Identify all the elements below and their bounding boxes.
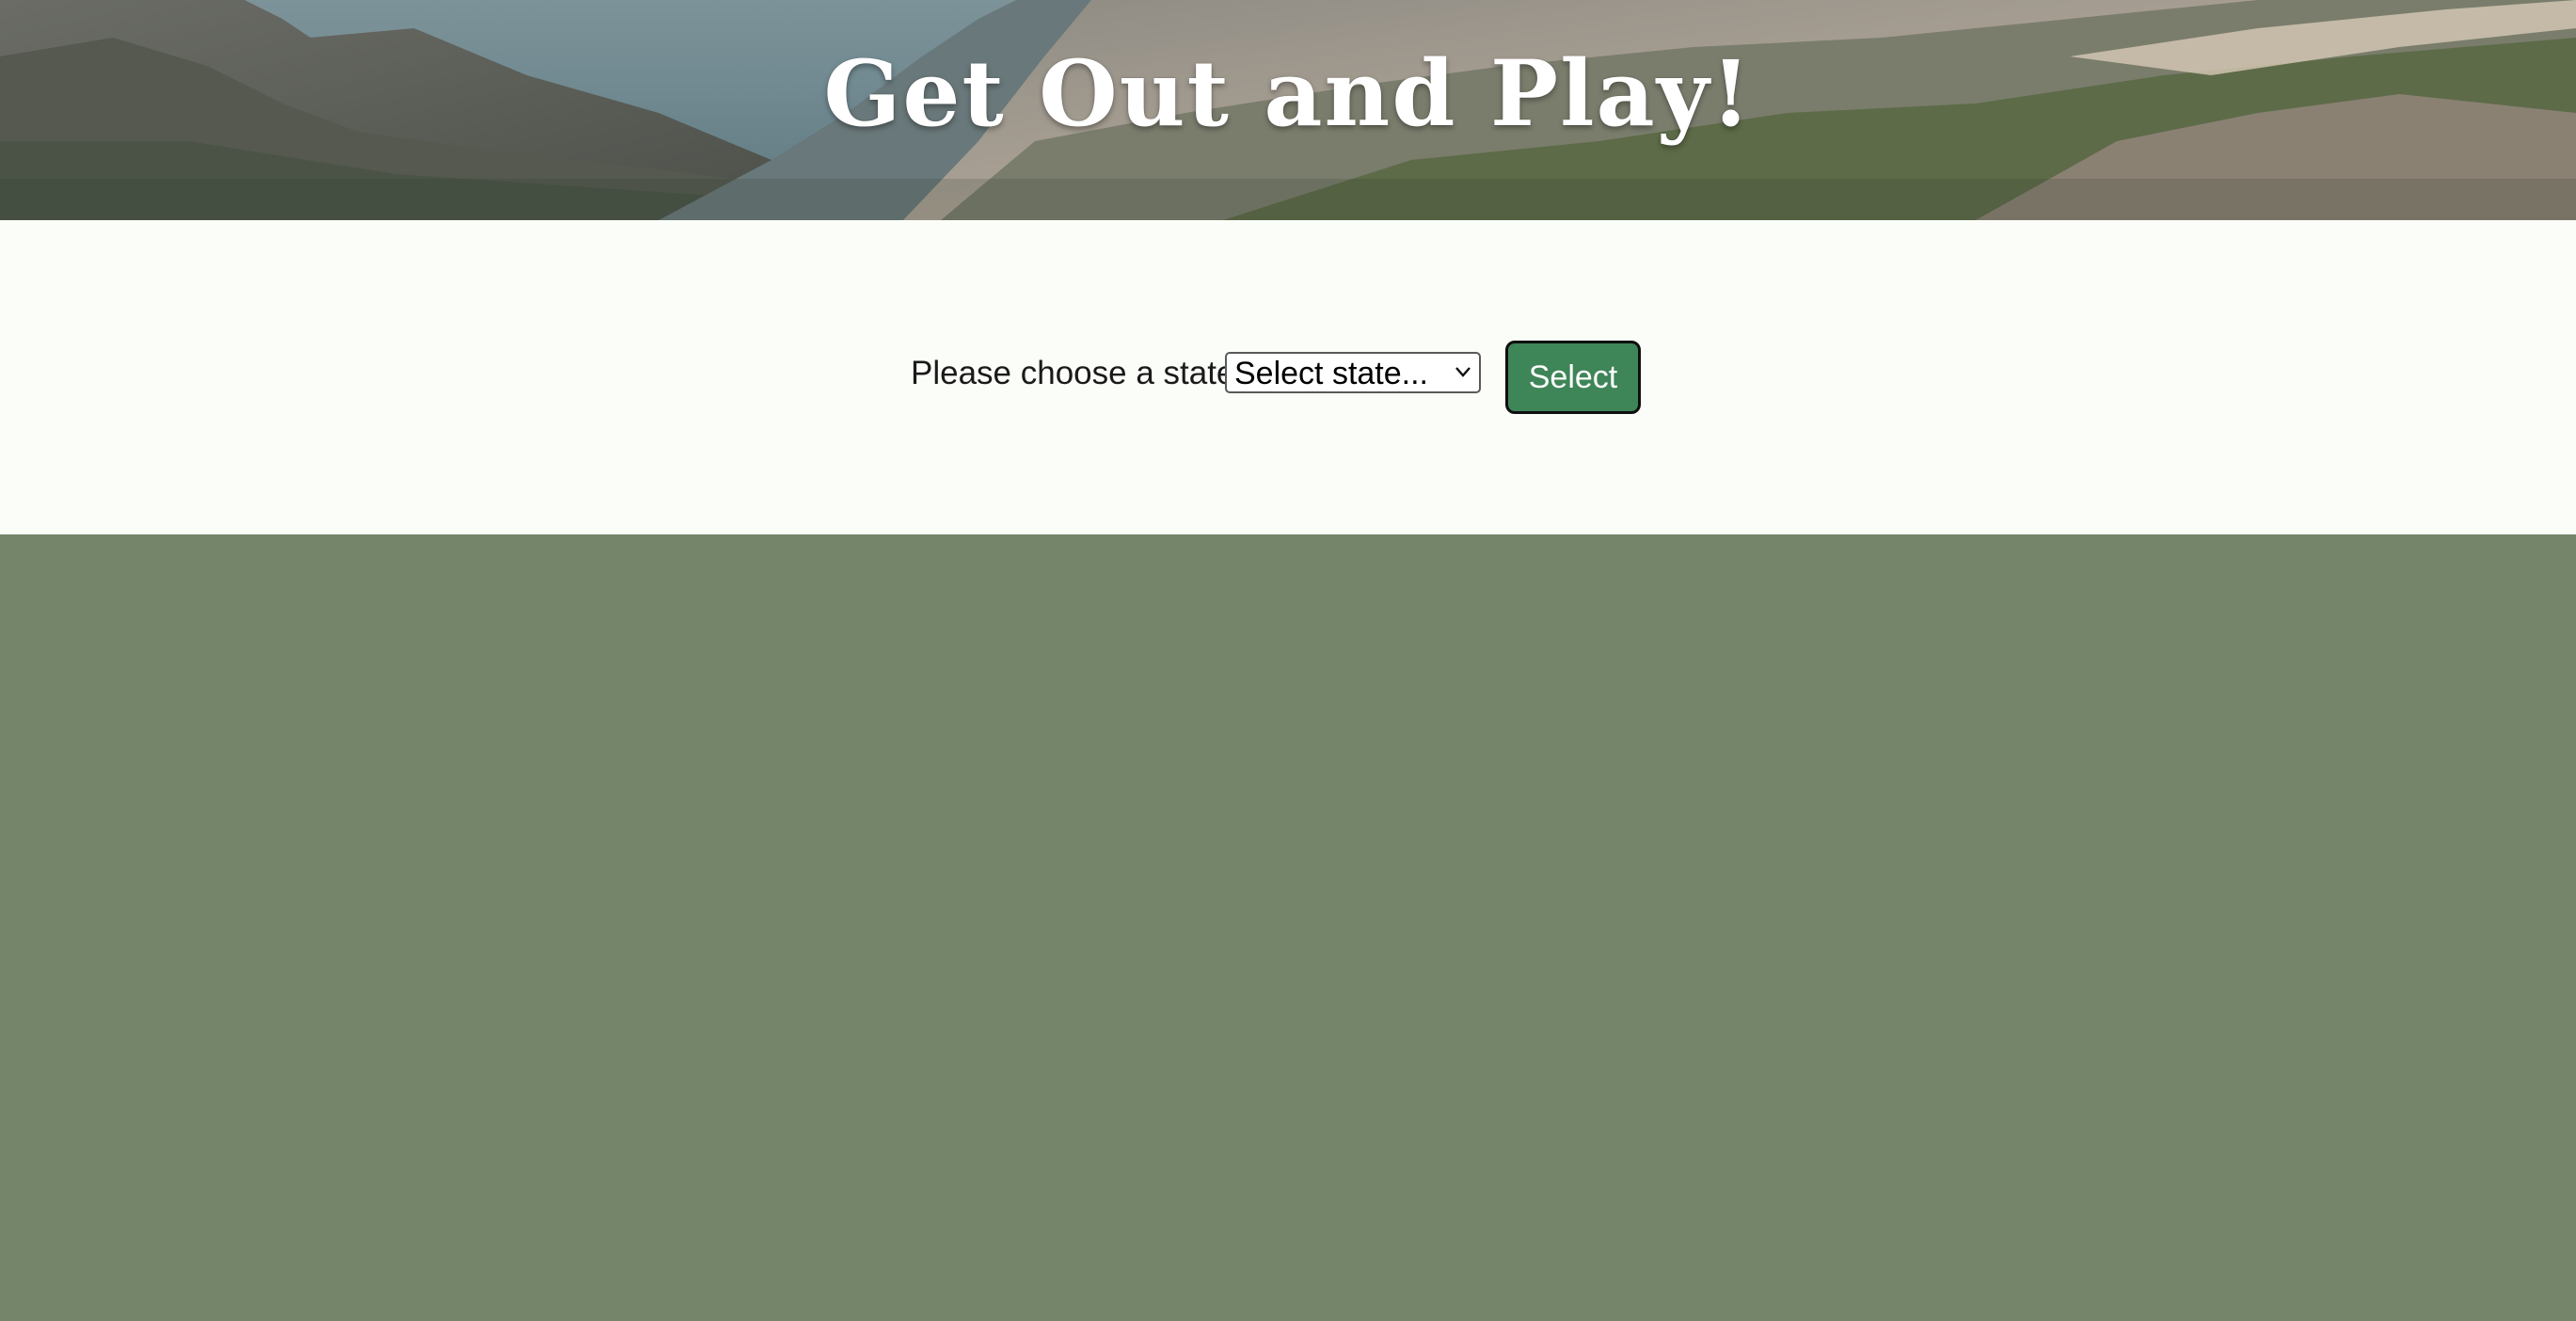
state-select[interactable]: Select state... — [1225, 352, 1481, 393]
hero-banner: Get Out and Play! — [0, 0, 2576, 220]
state-select-value: Select state... — [1234, 356, 1428, 391]
results-area — [0, 534, 2576, 1321]
select-button[interactable]: Select — [1505, 341, 1641, 414]
page-title: Get Out and Play! — [823, 40, 1753, 147]
state-picker-label: Please choose a state: — [911, 355, 1245, 391]
chevron-down-icon — [1455, 367, 1471, 377]
